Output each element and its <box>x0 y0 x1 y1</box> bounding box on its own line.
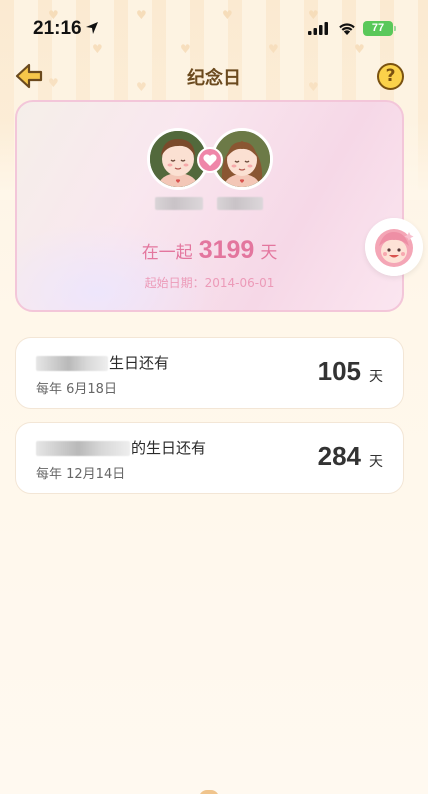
partner-name-left <box>155 197 203 210</box>
together-counter: 在一起 3199 天 <box>17 236 402 265</box>
countdown-date: 每年 6月18日 <box>36 382 117 397</box>
status-time: 21:16 <box>33 18 82 39</box>
together-unit: 天 <box>260 243 278 263</box>
countdown-unit: 天 <box>369 454 383 470</box>
heart-badge <box>197 147 223 173</box>
partner-name-right <box>217 197 263 210</box>
together-prefix: 在一起 <box>141 243 193 263</box>
start-date: 起始日期：2014-06-01 <box>144 276 275 290</box>
floating-mascot-button[interactable] <box>365 218 423 276</box>
birthday-countdown-card[interactable]: 生日还有 每年 6月18日 105 天 <box>15 337 404 409</box>
wifi-icon <box>339 23 355 35</box>
mascot-girl-icon <box>365 218 423 276</box>
countdown-days: 284 <box>317 441 361 471</box>
anniversary-card: 在一起 3199 天 起始日期：2014-06-01 <box>15 100 404 312</box>
heart-icon <box>203 154 217 166</box>
location-arrow-icon <box>86 22 98 34</box>
birthday-countdown-card[interactable]: 的生日还有 每年 12月14日 284 天 <box>15 422 404 494</box>
countdown-date: 每年 12月14日 <box>36 467 126 482</box>
countdown-title: 的生日还有 <box>36 437 206 458</box>
redacted-name <box>36 356 108 371</box>
together-days: 3199 <box>198 236 255 264</box>
countdown-unit: 天 <box>369 369 383 385</box>
cellular-signal-icon <box>308 22 328 35</box>
help-button[interactable]: ? <box>377 63 404 90</box>
redacted-name <box>36 441 130 456</box>
status-bar: 21:16 77 <box>0 0 428 56</box>
bottom-handle[interactable] <box>199 790 219 794</box>
countdown-title-text: 生日还有 <box>109 354 170 372</box>
page-title: 纪念日 <box>187 68 241 89</box>
countdown-days: 105 <box>317 356 361 386</box>
battery-indicator: 77 <box>363 21 396 36</box>
countdown-title: 生日还有 <box>36 352 169 373</box>
countdown-title-text: 的生日还有 <box>131 439 207 457</box>
